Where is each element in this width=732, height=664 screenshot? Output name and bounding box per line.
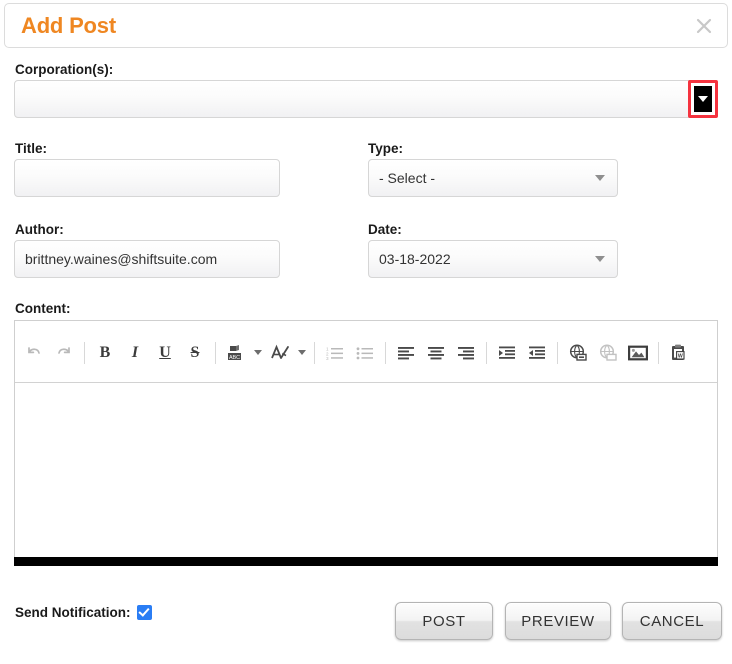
send-notification-label: Send Notification:: [15, 605, 131, 620]
paste-from-word-icon[interactable]: W: [664, 339, 694, 367]
close-icon[interactable]: [693, 15, 715, 37]
type-label: Type:: [368, 141, 404, 156]
spellcheck-icon[interactable]: ABC: [221, 339, 251, 367]
italic-icon[interactable]: I: [120, 339, 150, 367]
align-center-icon[interactable]: [421, 339, 451, 367]
corporations-input[interactable]: [14, 80, 718, 118]
align-left-icon[interactable]: [391, 339, 421, 367]
link-icon[interactable]: [563, 339, 593, 367]
date-label: Date:: [368, 222, 402, 237]
corporations-label: Corporation(s):: [15, 62, 114, 77]
toolbar-divider: [557, 341, 558, 364]
author-label: Author:: [15, 222, 64, 237]
corporations-dropdown-button[interactable]: [688, 80, 718, 118]
bold-icon[interactable]: B: [90, 339, 120, 367]
numbered-list-icon[interactable]: 1 2 3: [320, 339, 350, 367]
toolbar-divider: [385, 341, 386, 364]
type-value: - Select -: [379, 170, 436, 186]
indent-icon[interactable]: [492, 339, 522, 367]
toolbar-divider: [314, 341, 315, 364]
author-input[interactable]: brittney.waines@shiftsuite.com: [14, 240, 280, 278]
toolbar-divider: [84, 341, 85, 364]
underline-icon[interactable]: U: [150, 339, 180, 367]
cancel-button[interactable]: CANCEL: [622, 602, 722, 640]
svg-text:ABC: ABC: [229, 354, 240, 360]
strikethrough-icon[interactable]: S: [180, 339, 210, 367]
preview-button[interactable]: PREVIEW: [505, 602, 611, 640]
chevron-down-icon: [595, 256, 605, 262]
align-right-icon[interactable]: [451, 339, 481, 367]
toolbar-divider: [658, 341, 659, 364]
editor-toolbar: B I U S ABC 1 2 3 W: [15, 321, 717, 383]
content-editor: B I U S ABC 1 2 3 W: [14, 320, 718, 560]
toolbar-divider: [486, 341, 487, 364]
post-button[interactable]: POST: [395, 602, 493, 640]
redo-icon[interactable]: [49, 339, 79, 367]
bulleted-list-icon[interactable]: [350, 339, 380, 367]
text-format-icon[interactable]: [265, 339, 295, 367]
outdent-icon[interactable]: [522, 339, 552, 367]
send-notification-field: Send Notification:: [15, 605, 152, 620]
chevron-down-icon: [595, 175, 605, 181]
chevron-down-icon: [694, 86, 712, 112]
add-post-dialog: Add Post Corporation(s): Title: Type: - …: [0, 0, 732, 664]
page-title: Add Post: [21, 13, 116, 38]
spellcheck-dropdown-icon[interactable]: [251, 339, 265, 367]
svg-text:W: W: [678, 353, 683, 359]
toolbar-divider: [215, 341, 216, 364]
title-input[interactable]: [14, 159, 280, 197]
content-label: Content:: [15, 301, 71, 316]
type-select[interactable]: - Select -: [368, 159, 618, 197]
author-value: brittney.waines@shiftsuite.com: [25, 251, 218, 267]
editor-resize-bar[interactable]: [14, 557, 718, 566]
dialog-header: Add Post: [4, 3, 728, 48]
content-textarea[interactable]: [15, 383, 717, 559]
image-icon[interactable]: [623, 339, 653, 367]
date-value: 03-18-2022: [379, 251, 451, 267]
unlink-icon[interactable]: [593, 339, 623, 367]
text-format-dropdown-icon[interactable]: [295, 339, 309, 367]
send-notification-checkbox[interactable]: [136, 605, 152, 620]
date-select[interactable]: 03-18-2022: [368, 240, 618, 278]
title-label: Title:: [15, 141, 48, 156]
svg-text:3: 3: [326, 356, 329, 361]
undo-icon[interactable]: [19, 339, 49, 367]
